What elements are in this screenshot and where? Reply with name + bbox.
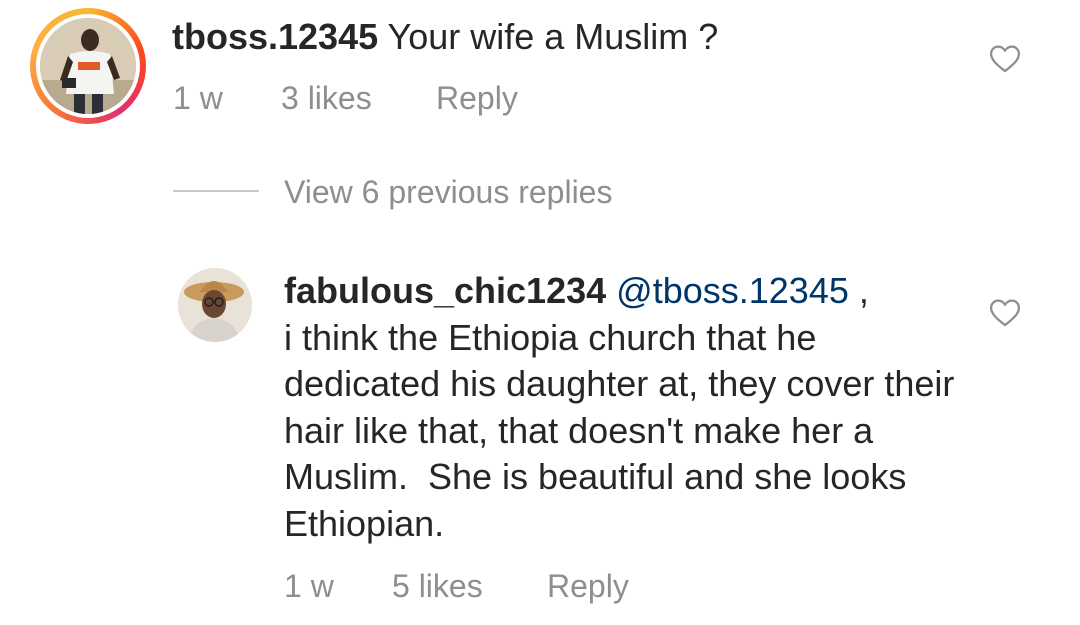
comment-timestamp[interactable]: 1 w [284, 566, 392, 606]
comment-username[interactable]: fabulous_chic1234 [284, 270, 606, 311]
replies-divider [173, 190, 259, 192]
reply-button[interactable]: Reply [547, 566, 629, 606]
comment-text-line: tboss.12345 Your wife a Muslim ? [172, 14, 718, 60]
mention-suffix: , [848, 270, 869, 311]
comment-meta: 1 w5 likes Reply [284, 566, 629, 606]
comment-likes-count[interactable]: 5 likes [392, 566, 547, 606]
comment-username[interactable]: tboss.12345 [172, 16, 378, 57]
comment-timestamp[interactable]: 1 w [173, 78, 281, 118]
avatar-fabulous-chic[interactable] [178, 268, 252, 342]
comment-text: Your wife a Muslim ? [387, 16, 719, 57]
reply-button[interactable]: Reply [436, 78, 518, 118]
view-previous-replies-link[interactable]: View 6 previous replies [284, 172, 612, 212]
comment-meta: 1 w3 likes Reply [173, 78, 518, 118]
comment-text: i think the Ethiopia church that he dedi… [284, 316, 965, 544]
profile-photo-man-icon [40, 18, 136, 114]
profile-photo-woman-hat-icon [178, 268, 252, 342]
heart-icon[interactable] [988, 42, 1022, 76]
reply-comment: fabulous_chic1234 @tboss.12345 , i think… [284, 268, 974, 547]
comment-likes-count[interactable]: 3 likes [281, 78, 436, 118]
heart-icon[interactable] [988, 296, 1022, 330]
story-ring[interactable] [30, 8, 146, 124]
mention-link[interactable]: @tboss.12345 [616, 270, 849, 311]
avatar-tboss[interactable] [40, 18, 136, 114]
